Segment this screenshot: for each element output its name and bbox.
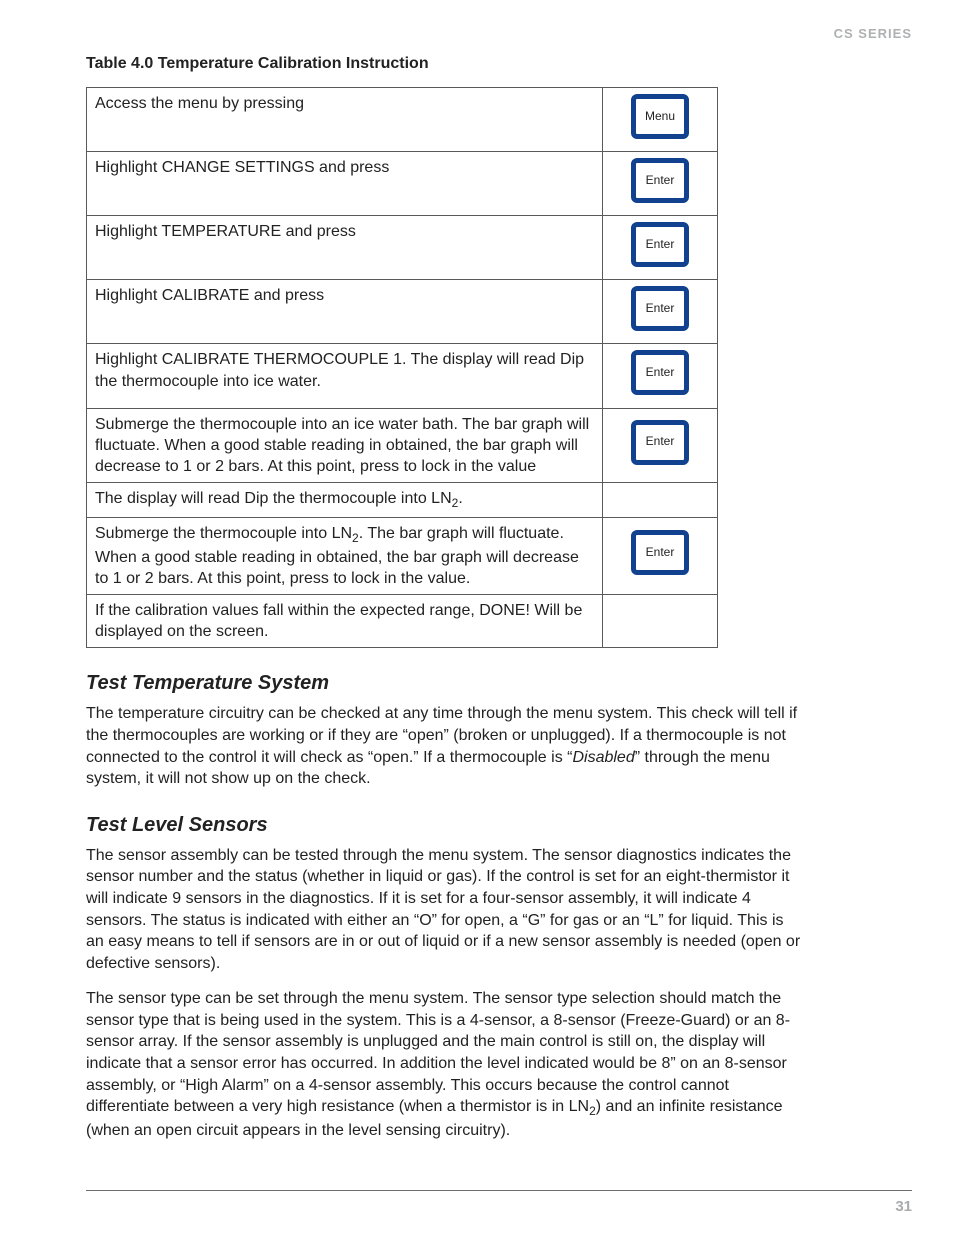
enter-button-icon: Enter [631,158,689,203]
instruction-cell: The display will read Dip the thermocoup… [87,482,603,517]
table-row: Highlight CALIBRATE and press Enter [87,280,718,344]
button-cell [603,595,718,648]
button-cell: Enter [603,344,718,408]
table-title: Table 4.0 Temperature Calibration Instru… [86,55,912,73]
table-row: Highlight TEMPERATURE and press Enter [87,216,718,280]
menu-button-icon: Menu [631,94,689,139]
body-paragraph: The temperature circuitry can be checked… [86,703,802,789]
instruction-cell: Highlight TEMPERATURE and press [87,216,603,280]
button-cell: Enter [603,152,718,216]
page-number: 31 [895,1198,912,1215]
enter-button-icon: Enter [631,350,689,395]
enter-button-icon: Enter [631,222,689,267]
section-heading: Test Temperature System [86,672,802,695]
instruction-cell: Highlight CALIBRATE THERMOCOUPLE 1. The … [87,344,603,408]
running-head: CS SERIES [86,26,912,41]
enter-button-icon: Enter [631,420,689,465]
calibration-table: Access the menu by pressing Menu Highlight… [86,87,718,648]
enter-button-icon: Enter [631,530,689,575]
button-cell: Menu [603,88,718,152]
table-row: Highlight CALIBRATE THERMOCOUPLE 1. The … [87,344,718,408]
table-row: The display will read Dip the thermocoup… [87,482,718,517]
button-cell: Enter [603,280,718,344]
table-row: If the calibration values fall within th… [87,595,718,648]
button-cell: Enter [603,216,718,280]
section-heading: Test Level Sensors [86,814,802,837]
instruction-cell: Highlight CALIBRATE and press [87,280,603,344]
enter-button-icon: Enter [631,286,689,331]
table-row: Highlight CHANGE SETTINGS and press Enter [87,152,718,216]
table-row: Submerge the thermocouple into an ice wa… [87,408,718,482]
footer-rule [86,1190,912,1191]
instruction-cell: Submerge the thermocouple into an ice wa… [87,408,603,482]
instruction-cell: Submerge the thermocouple into LN2. The … [87,517,603,594]
instruction-cell: Access the menu by pressing [87,88,603,152]
table-row: Submerge the thermocouple into LN2. The … [87,517,718,594]
body-paragraph: The sensor assembly can be tested throug… [86,845,802,975]
button-cell: Enter [603,408,718,482]
body-paragraph: The sensor type can be set through the m… [86,988,802,1141]
instruction-cell: If the calibration values fall within th… [87,595,603,648]
button-cell [603,482,718,517]
body-content: Test Temperature System The temperature c… [86,672,802,1141]
instruction-cell: Highlight CHANGE SETTINGS and press [87,152,603,216]
button-cell: Enter [603,517,718,594]
table-row: Access the menu by pressing Menu [87,88,718,152]
